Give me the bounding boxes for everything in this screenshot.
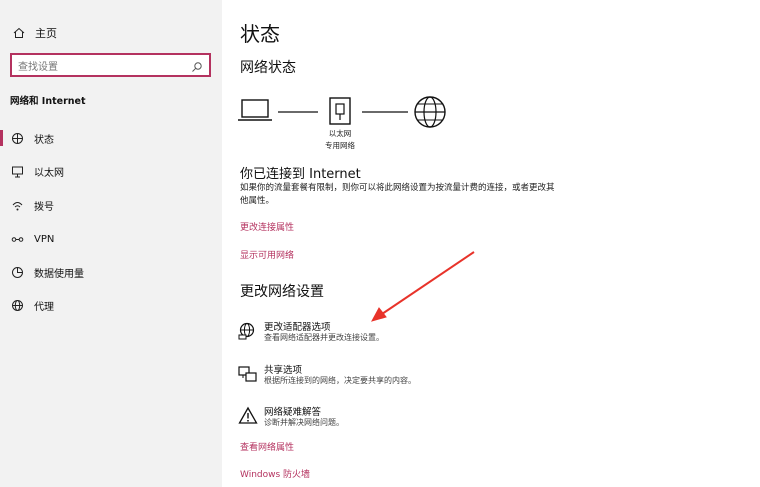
main-content: 状态 网络状态 以太网 专用网络 你已连接到 Internet 如果你的流量套餐… <box>238 0 760 487</box>
sidebar-item-label: 拨号 <box>34 201 54 213</box>
status-icon <box>10 131 24 145</box>
adapter-options-subtitle: 查看网络适配器并更改连接设置。 <box>264 333 384 342</box>
home-label: 主页 <box>35 27 57 40</box>
network-status-heading: 网络状态 <box>240 60 296 76</box>
network-diagram: 以太网 专用网络 <box>238 92 458 156</box>
view-network-properties-link[interactable]: 查看网络属性 <box>240 440 294 453</box>
ethernet-icon <box>10 164 24 178</box>
sidebar-item-label: 以太网 <box>34 167 64 179</box>
connected-description: 如果你的流量套餐有限制，则你可以将此网络设置为按流量计费的连接，或者更改其他属性… <box>240 183 555 206</box>
show-available-networks-link[interactable]: 显示可用网络 <box>240 248 294 261</box>
connection-type-label: 以太网 <box>328 129 352 138</box>
vpn-icon <box>10 232 24 246</box>
network-troubleshooter-title: 网络疑难解答 <box>264 407 322 418</box>
change-connection-properties-link[interactable]: 更改连接属性 <box>240 220 294 233</box>
sidebar-item-label: 状态 <box>34 134 54 146</box>
sharing-options-title: 共享选项 <box>264 365 303 376</box>
sidebar-item-vpn[interactable]: VPN <box>0 228 222 250</box>
proxy-icon <box>10 298 24 312</box>
connection-profile-label: 专用网络 <box>325 141 355 150</box>
adapter-options-item[interactable]: 更改适配器选项 查看网络适配器并更改连接设置。 <box>238 319 598 353</box>
sidebar-item-label: 代理 <box>34 301 54 313</box>
sidebar: 主页 查找设置 网络和 Internet 状态 以太网 拨号 VPN 数据使用量… <box>0 0 222 487</box>
adapter-options-title: 更改适配器选项 <box>264 322 331 333</box>
connected-heading: 你已连接到 Internet <box>240 167 361 182</box>
sidebar-item-label: VPN <box>34 233 55 245</box>
active-indicator <box>0 130 3 146</box>
sidebar-item-label: 数据使用量 <box>34 268 84 280</box>
sidebar-item-proxy[interactable]: 代理 <box>0 294 222 316</box>
nav-home[interactable]: 主页 <box>12 25 57 41</box>
ethernet-port-icon <box>329 97 351 125</box>
sharing-icon <box>238 364 258 384</box>
change-network-settings-heading: 更改网络设置 <box>240 284 324 300</box>
sidebar-section-title: 网络和 Internet <box>10 96 86 107</box>
laptop-icon <box>238 99 272 121</box>
network-troubleshooter-item[interactable]: 网络疑难解答 诊断并解决网络问题。 <box>238 404 598 438</box>
sidebar-item-dialup[interactable]: 拨号 <box>0 194 222 216</box>
search-box[interactable]: 查找设置 <box>10 53 211 77</box>
home-icon <box>12 26 26 40</box>
sidebar-item-ethernet[interactable]: 以太网 <box>0 160 222 182</box>
sidebar-item-status[interactable]: 状态 <box>0 127 222 149</box>
page-title: 状态 <box>240 22 280 46</box>
warning-icon <box>238 406 258 426</box>
dialup-icon <box>10 198 24 212</box>
adapter-icon <box>238 321 258 341</box>
sidebar-item-data-usage[interactable]: 数据使用量 <box>0 261 222 283</box>
search-icon[interactable] <box>191 58 205 72</box>
globe-icon <box>414 96 446 128</box>
search-input[interactable]: 查找设置 <box>18 58 191 73</box>
sharing-options-subtitle: 根据所连接到的网络，决定要共享的内容。 <box>264 376 416 385</box>
sharing-options-item[interactable]: 共享选项 根据所连接到的网络，决定要共享的内容。 <box>238 362 598 396</box>
network-troubleshooter-subtitle: 诊断并解决网络问题。 <box>264 418 344 427</box>
windows-firewall-link[interactable]: Windows 防火墙 <box>240 467 310 480</box>
data-usage-icon <box>10 265 24 279</box>
